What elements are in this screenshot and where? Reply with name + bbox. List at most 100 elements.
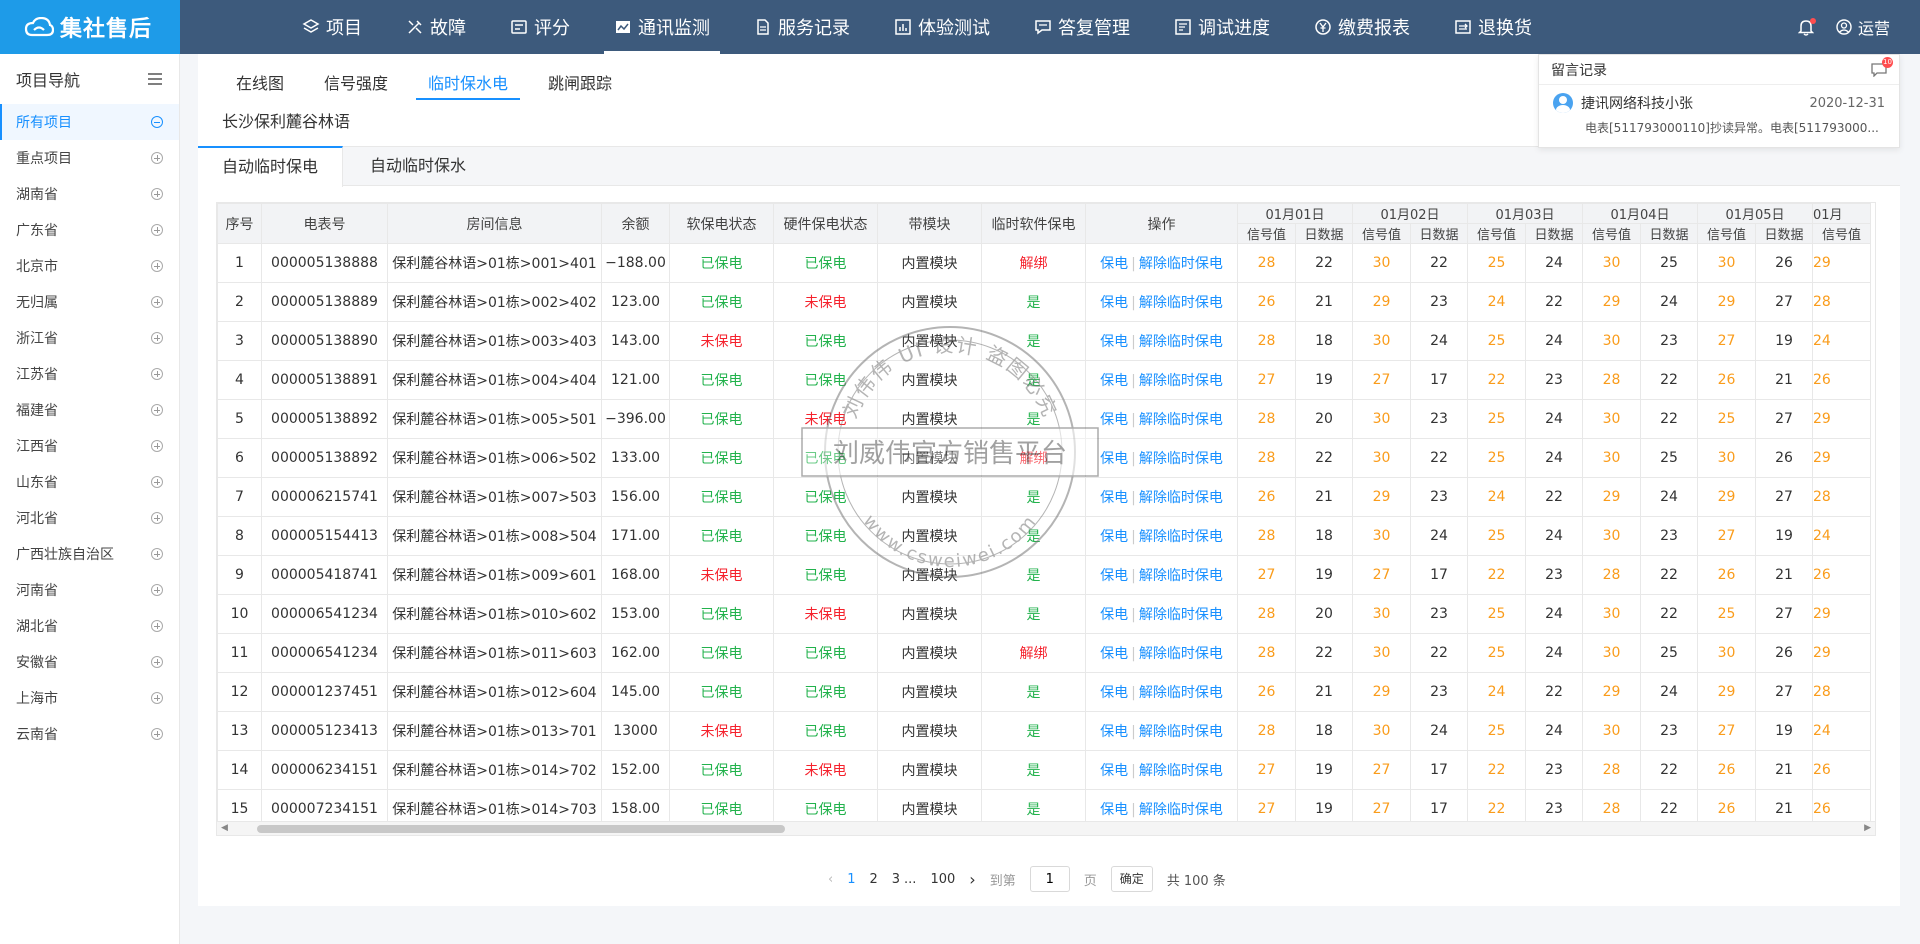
table-row[interactable]: 11 000006541234 保利麓谷林语>01栋>011>603 162.00 已保… bbox=[217, 633, 1871, 673]
subtab[interactable]: 跳闸跟踪 bbox=[528, 68, 632, 100]
subtab[interactable]: 信号强度 bbox=[304, 68, 408, 100]
sidebar-item[interactable]: 所有项目 bbox=[0, 104, 179, 140]
expand-icon[interactable] bbox=[151, 368, 163, 380]
keep-power-link[interactable]: 保电 bbox=[1100, 334, 1128, 350]
expand-icon[interactable] bbox=[151, 224, 163, 236]
page-3[interactable]: 3 bbox=[892, 872, 900, 887]
sidebar-item[interactable]: 福建省 bbox=[0, 392, 179, 428]
release-temp-power-link[interactable]: 解除临时保电 bbox=[1139, 568, 1223, 584]
nav-item-0[interactable]: 项目 bbox=[280, 0, 384, 54]
scroll-left-icon[interactable]: ◀ bbox=[221, 823, 228, 833]
table-row[interactable]: 9 000005418741 保利麓谷林语>01栋>009>601 168.00 未保电… bbox=[217, 555, 1871, 595]
next-page-icon[interactable]: › bbox=[969, 870, 975, 889]
sidebar-item[interactable]: 江苏省 bbox=[0, 356, 179, 392]
tab-auto-water[interactable]: 自动临时保水 bbox=[346, 146, 490, 187]
keep-power-link[interactable]: 保电 bbox=[1100, 802, 1128, 818]
release-temp-power-link[interactable]: 解除临时保电 bbox=[1139, 763, 1223, 779]
expand-icon[interactable] bbox=[151, 620, 163, 632]
keep-power-link[interactable]: 保电 bbox=[1100, 529, 1128, 545]
sidebar-item[interactable]: 河北省 bbox=[0, 500, 179, 536]
menu-toggle-icon[interactable] bbox=[147, 72, 163, 86]
brand-logo[interactable]: 集社售后 bbox=[0, 0, 180, 54]
expand-icon[interactable] bbox=[151, 260, 163, 272]
keep-power-link[interactable]: 保电 bbox=[1100, 451, 1128, 467]
expand-icon[interactable] bbox=[151, 332, 163, 344]
collapse-icon[interactable] bbox=[151, 116, 163, 128]
sidebar-item[interactable]: 无归属 bbox=[0, 284, 179, 320]
keep-power-link[interactable]: 保电 bbox=[1100, 646, 1128, 662]
expand-icon[interactable] bbox=[151, 548, 163, 560]
expand-icon[interactable] bbox=[151, 152, 163, 164]
table-row[interactable]: 12 000001237451 保利麓谷林语>01栋>012>604 145.00 已保… bbox=[217, 672, 1871, 712]
message-icon[interactable]: 10 bbox=[1871, 56, 1893, 78]
release-temp-power-link[interactable]: 解除临时保电 bbox=[1139, 646, 1223, 662]
sidebar-item[interactable]: 广西壮族自治区 bbox=[0, 536, 179, 572]
horizontal-scrollbar[interactable]: ◀ ▶ bbox=[216, 822, 1876, 836]
subtab[interactable]: 在线图 bbox=[216, 68, 304, 100]
prev-page-icon[interactable]: ‹ bbox=[828, 872, 833, 887]
scroll-right-icon[interactable]: ▶ bbox=[1864, 823, 1871, 833]
table-row[interactable]: 1 000005138888 保利麓谷林语>01栋>001>401 −188.00 已保… bbox=[217, 243, 1871, 283]
sidebar-item[interactable]: 上海市 bbox=[0, 680, 179, 716]
nav-item-4[interactable]: 服务记录 bbox=[732, 0, 872, 54]
nav-item-5[interactable]: 体验测试 bbox=[872, 0, 1012, 54]
release-temp-power-link[interactable]: 解除临时保电 bbox=[1139, 802, 1223, 818]
keep-power-link[interactable]: 保电 bbox=[1100, 568, 1128, 584]
keep-power-link[interactable]: 保电 bbox=[1100, 724, 1128, 740]
subtab[interactable]: 临时保水电 bbox=[408, 68, 528, 100]
expand-icon[interactable] bbox=[151, 512, 163, 524]
sidebar-item[interactable]: 安徽省 bbox=[0, 644, 179, 680]
tab-auto-power[interactable]: 自动临时保电 bbox=[198, 146, 344, 187]
expand-icon[interactable] bbox=[151, 296, 163, 308]
sidebar-item[interactable]: 湖北省 bbox=[0, 608, 179, 644]
table-row[interactable]: 5 000005138892 保利麓谷林语>01栋>005>501 −396.00 已保… bbox=[217, 399, 1871, 439]
sidebar-item[interactable]: 湖南省 bbox=[0, 176, 179, 212]
expand-icon[interactable] bbox=[151, 728, 163, 740]
keep-power-link[interactable]: 保电 bbox=[1100, 412, 1128, 428]
expand-icon[interactable] bbox=[151, 656, 163, 668]
keep-power-link[interactable]: 保电 bbox=[1100, 256, 1128, 272]
table-row[interactable]: 8 000005154413 保利麓谷林语>01栋>008>504 171.00 已保电… bbox=[217, 516, 1871, 556]
nav-item-3[interactable]: 通讯监测 bbox=[592, 0, 732, 54]
expand-icon[interactable] bbox=[151, 476, 163, 488]
release-temp-power-link[interactable]: 解除临时保电 bbox=[1139, 451, 1223, 467]
release-temp-power-link[interactable]: 解除临时保电 bbox=[1139, 529, 1223, 545]
expand-icon[interactable] bbox=[151, 404, 163, 416]
release-temp-power-link[interactable]: 解除临时保电 bbox=[1139, 685, 1223, 701]
release-temp-power-link[interactable]: 解除临时保电 bbox=[1139, 490, 1223, 506]
message-item[interactable]: 捷讯网络科技小张 2020-12-31 bbox=[1539, 85, 1899, 113]
sidebar-item[interactable]: 浙江省 bbox=[0, 320, 179, 356]
nav-item-7[interactable]: 调试进度 bbox=[1152, 0, 1292, 54]
keep-power-link[interactable]: 保电 bbox=[1100, 490, 1128, 506]
keep-power-link[interactable]: 保电 bbox=[1100, 607, 1128, 623]
sidebar-item[interactable]: 广东省 bbox=[0, 212, 179, 248]
keep-power-link[interactable]: 保电 bbox=[1100, 763, 1128, 779]
release-temp-power-link[interactable]: 解除临时保电 bbox=[1139, 256, 1223, 272]
keep-power-link[interactable]: 保电 bbox=[1100, 373, 1128, 389]
table-row[interactable]: 4 000005138891 保利麓谷林语>01栋>004>404 121.00 已保电… bbox=[217, 360, 1871, 400]
nav-item-8[interactable]: 缴费报表 bbox=[1292, 0, 1432, 54]
nav-item-1[interactable]: 故障 bbox=[384, 0, 488, 54]
expand-icon[interactable] bbox=[151, 584, 163, 596]
expand-icon[interactable] bbox=[151, 188, 163, 200]
table-row[interactable]: 14 000006234151 保利麓谷林语>01栋>014>702 152.00 已保… bbox=[217, 750, 1871, 790]
nav-item-6[interactable]: 答复管理 bbox=[1012, 0, 1152, 54]
release-temp-power-link[interactable]: 解除临时保电 bbox=[1139, 724, 1223, 740]
notification-bell-icon[interactable] bbox=[1797, 18, 1816, 36]
expand-icon[interactable] bbox=[151, 440, 163, 452]
release-temp-power-link[interactable]: 解除临时保电 bbox=[1139, 334, 1223, 350]
user-menu[interactable]: 运营 bbox=[1836, 15, 1890, 39]
sidebar-item[interactable]: 江西省 bbox=[0, 428, 179, 464]
goto-confirm-button[interactable]: 确定 bbox=[1110, 866, 1153, 892]
release-temp-power-link[interactable]: 解除临时保电 bbox=[1139, 295, 1223, 311]
scrollbar-thumb[interactable] bbox=[257, 825, 785, 833]
release-temp-power-link[interactable]: 解除临时保电 bbox=[1139, 607, 1223, 623]
table-row[interactable]: 7 000006215741 保利麓谷林语>01栋>007>503 156.00 已保电… bbox=[217, 477, 1871, 517]
expand-icon[interactable] bbox=[151, 692, 163, 704]
release-temp-power-link[interactable]: 解除临时保电 bbox=[1139, 412, 1223, 428]
page-1[interactable]: 1 bbox=[847, 872, 855, 887]
sidebar-item[interactable]: 重点项目 bbox=[0, 140, 179, 176]
meter-table-container[interactable]: 序号 电表号 房间信息 余额 软保电状态 硬件保电状态 带模块 临时软件保电 操作 01月01日 0… bbox=[216, 202, 1876, 822]
nav-item-2[interactable]: 评分 bbox=[488, 0, 592, 54]
sidebar-item[interactable]: 山东省 bbox=[0, 464, 179, 500]
